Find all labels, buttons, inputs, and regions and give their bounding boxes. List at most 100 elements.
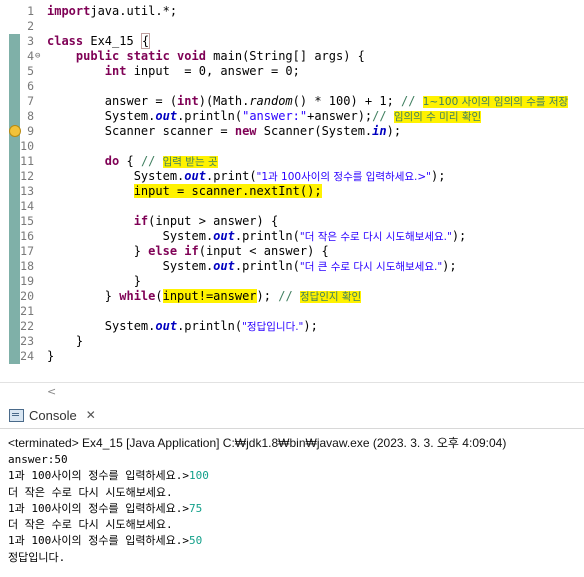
code-line[interactable]: 6 xyxy=(0,79,584,94)
code-token: ); xyxy=(431,169,446,183)
code-line[interactable]: 18 System.out.println("더 큰 수로 다시 시도해보세요.… xyxy=(0,259,584,274)
code-token: "1과 100사이의 정수를 입력하세요.>" xyxy=(256,171,431,183)
code-text[interactable]: } else if(input < answer) { xyxy=(47,244,329,259)
code-token: { xyxy=(119,154,141,168)
code-text[interactable]: int input = 0, answer = 0; xyxy=(47,64,300,79)
output-text: 1과 100사이의 정수를 입력하세요.> xyxy=(8,501,190,515)
code-token: ); xyxy=(451,229,467,243)
line-number: 23 xyxy=(20,334,34,348)
code-line[interactable]: 1 importjava.util.*; xyxy=(0,4,584,19)
line-number: 6 xyxy=(27,79,34,93)
code-lines[interactable]: 1 importjava.util.*; 2 3 class Ex4_15 {4 ⊖ pu… xyxy=(0,4,584,364)
code-line[interactable]: 14 xyxy=(0,199,584,214)
line-number: 11 xyxy=(20,154,34,168)
code-editor[interactable]: 1 importjava.util.*; 2 3 class Ex4_15 {4 ⊖ pu… xyxy=(0,0,584,382)
output-text: answer:50 xyxy=(8,453,68,466)
code-token: } xyxy=(47,289,120,303)
code-line[interactable]: 22 System.out.println("정답입니다."); xyxy=(0,319,584,334)
code-text[interactable]: System.out.println("더 작은 수로 다시 시도해보세요.")… xyxy=(47,229,467,245)
console-output[interactable]: answer:50 1과 100사이의 정수를 입력하세요.>100 더 작은 수로… xyxy=(8,452,578,566)
code-text[interactable]: answer = (int)(Math.random() * 100) + 1;… xyxy=(47,94,569,110)
code-text[interactable]: System.out.println("정답입니다."); xyxy=(47,319,318,335)
code-line[interactable]: 10 xyxy=(0,139,584,154)
code-text[interactable]: } xyxy=(47,274,141,289)
code-token: int xyxy=(104,64,127,78)
console-output-line: 1과 100사이의 정수를 입력하세요.>50 xyxy=(8,533,578,549)
tab-console[interactable]: Console ✕ xyxy=(3,404,102,426)
output-text: 더 작은 수로 다시 시도해보세요. xyxy=(8,485,173,499)
code-line[interactable]: 20 } while(input!=answer); // 정답인지 확인 xyxy=(0,289,584,304)
console-icon xyxy=(9,408,24,422)
console-output-line: 1과 100사이의 정수를 입력하세요.>75 xyxy=(8,501,578,517)
code-line[interactable]: 7 answer = (int)(Math.random() * 100) + … xyxy=(0,94,584,109)
code-text[interactable]: if(input > answer) { xyxy=(47,214,279,229)
code-token: } xyxy=(47,334,84,348)
code-line[interactable]: 23 } xyxy=(0,334,584,349)
highlighted-token: 1~100 사이의 임의의 수를 저장 xyxy=(422,96,569,108)
code-line[interactable]: 4 ⊖ public static void main(String[] args… xyxy=(0,49,584,64)
code-token: .print( xyxy=(205,169,257,183)
code-line[interactable]: 13 input = scanner.nextInt(); xyxy=(0,184,584,199)
horizontal-scrollbar[interactable] xyxy=(0,382,584,401)
code-text[interactable]: importjava.util.*; xyxy=(47,4,177,19)
code-text[interactable]: public static void main(String[] args) { xyxy=(47,49,365,64)
code-line[interactable]: 19 } xyxy=(0,274,584,289)
scroll-left-arrow-icon[interactable]: < xyxy=(47,385,56,398)
highlighted-token: 입력 받는 곳 xyxy=(162,156,218,168)
code-line[interactable]: 11 do { // 입력 받는 곳 xyxy=(0,154,584,169)
code-text[interactable]: } while(input!=answer); // 정답인지 확인 xyxy=(47,289,362,305)
highlighted-token: 정답인지 확인 xyxy=(299,291,362,303)
code-line[interactable]: 12 System.out.print("1과 100사이의 정수를 입력하세요… xyxy=(0,169,584,184)
code-token: java.util.*; xyxy=(90,4,178,18)
code-line[interactable]: 16 System.out.println("더 작은 수로 다시 시도해보세요… xyxy=(0,229,584,244)
fold-toggle-icon[interactable]: ⊖ xyxy=(35,49,40,64)
code-token: scanner xyxy=(162,124,214,138)
code-token: } xyxy=(47,349,55,363)
code-token: Scanner xyxy=(47,124,163,138)
code-token: () * 100) + 1; xyxy=(292,94,402,108)
code-text[interactable]: do { // 입력 받는 곳 xyxy=(47,154,218,170)
code-token: System. xyxy=(47,259,214,273)
console-output-line: 정답입니다. xyxy=(8,550,578,566)
code-token: System. xyxy=(47,229,214,243)
code-text[interactable]: input = scanner.nextInt(); xyxy=(47,184,322,199)
code-text[interactable]: System.out.println("더 큰 수로 다시 시도해보세요."); xyxy=(47,259,457,275)
code-text[interactable]: } xyxy=(47,349,54,364)
highlighted-token: input!=answer xyxy=(162,289,257,303)
code-token: in xyxy=(372,124,387,138)
code-text[interactable]: class Ex4_15 { xyxy=(47,33,151,49)
code-token: out xyxy=(213,229,235,243)
code-line[interactable]: 3 class Ex4_15 { xyxy=(0,33,584,49)
output-text: 1과 100사이의 정수를 입력하세요.> xyxy=(8,534,190,548)
code-token: while xyxy=(119,289,156,303)
code-token: System. xyxy=(47,169,185,183)
output-text: 정답입니다. xyxy=(8,550,66,564)
code-line[interactable]: 2 xyxy=(0,19,584,34)
code-token: if xyxy=(133,214,149,228)
code-line[interactable]: 24} xyxy=(0,349,584,364)
code-line[interactable]: 8 System.out.println("answer:"+answer);/… xyxy=(0,109,584,124)
code-line[interactable]: 5 int input = 0, answer = 0; xyxy=(0,64,584,79)
code-token: Scanner(System. xyxy=(256,124,373,138)
code-line[interactable]: 15 if(input > answer) { xyxy=(0,214,584,229)
code-text[interactable]: System.out.println("answer:"+answer);// … xyxy=(47,109,482,125)
code-line[interactable]: 21 xyxy=(0,304,584,319)
close-icon[interactable]: ✕ xyxy=(86,408,96,422)
code-text[interactable]: System.out.print("1과 100사이의 정수를 입력하세요.>"… xyxy=(47,169,446,185)
line-number: 5 xyxy=(27,64,34,78)
line-number: 8 xyxy=(27,109,34,123)
code-token: int xyxy=(177,94,199,108)
console-output-line: 더 작은 수로 다시 시도해보세요. xyxy=(8,517,578,533)
code-token: // xyxy=(372,109,394,123)
console-view: Console ✕ <terminated> Ex4_15 [Java Appl… xyxy=(0,402,584,577)
line-number: 7 xyxy=(27,94,34,108)
code-text[interactable]: } xyxy=(47,334,83,349)
code-line[interactable]: 17 } else if(input < answer) { xyxy=(0,244,584,259)
code-text[interactable]: Scanner scanner = new Scanner(System.in)… xyxy=(47,124,408,139)
code-line[interactable]: 9 Scanner scanner = new Scanner(System.i… xyxy=(0,124,584,139)
console-tab-label: Console xyxy=(29,407,77,423)
code-token: input = 0, answer = 0; xyxy=(126,64,300,78)
